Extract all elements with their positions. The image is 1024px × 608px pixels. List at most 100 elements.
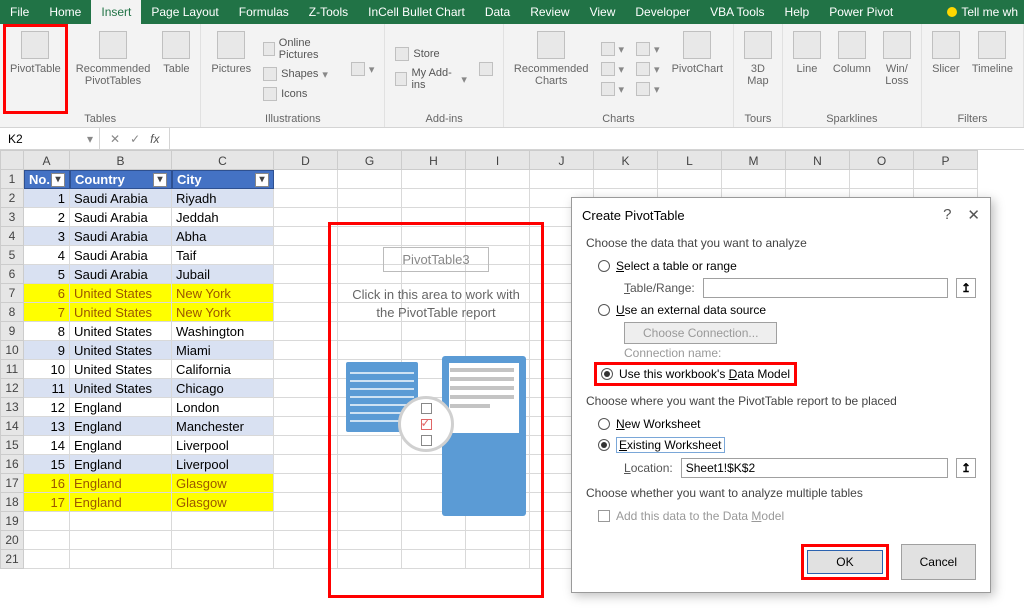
chart-type-4[interactable]: ▾: [632, 40, 664, 58]
shapes-button[interactable]: Shapes ▾: [259, 65, 343, 83]
row-head[interactable]: 5: [0, 246, 24, 265]
row-head[interactable]: 12: [0, 379, 24, 398]
row-head[interactable]: 17: [0, 474, 24, 493]
col-head-k[interactable]: K: [594, 150, 658, 170]
store-button[interactable]: Store: [391, 45, 471, 63]
col-head-n[interactable]: N: [786, 150, 850, 170]
tab-view[interactable]: View: [580, 0, 626, 24]
row-head[interactable]: 18: [0, 493, 24, 512]
table-range-input[interactable]: [703, 278, 948, 298]
chart-type-5[interactable]: ▾: [632, 60, 664, 78]
pivotchart-button[interactable]: PivotChart: [668, 27, 727, 111]
row-head[interactable]: 10: [0, 341, 24, 360]
chevron-down-icon[interactable]: ▾: [87, 132, 93, 146]
pictures-button[interactable]: Pictures: [207, 27, 255, 111]
tab-review[interactable]: Review: [520, 0, 579, 24]
tab-powerpivot[interactable]: Power Pivot: [819, 0, 903, 24]
header-no[interactable]: No.▾: [24, 170, 70, 189]
row-head[interactable]: 13: [0, 398, 24, 417]
col-head-b[interactable]: B: [70, 150, 172, 170]
enter-formula-button[interactable]: ✓: [130, 132, 140, 146]
col-head-h[interactable]: H: [402, 150, 466, 170]
tell-me[interactable]: Tell me wh: [941, 0, 1024, 24]
tab-incell[interactable]: InCell Bullet Chart: [358, 0, 475, 24]
row-head[interactable]: 11: [0, 360, 24, 379]
row-head[interactable]: 1: [0, 170, 24, 189]
shapes-icon: [263, 67, 277, 81]
row-head[interactable]: 9: [0, 322, 24, 341]
opt-select-range[interactable]: Select a table or range: [586, 256, 976, 276]
header-city[interactable]: City▾: [172, 170, 274, 189]
tab-ztools[interactable]: Z-Tools: [299, 0, 358, 24]
cancel-formula-button[interactable]: ✕: [110, 132, 120, 146]
3dmap-button[interactable]: 3D Map: [740, 27, 776, 111]
chart-type-2[interactable]: ▾: [597, 60, 629, 78]
recommended-pivottables-button[interactable]: Recommended PivotTables: [72, 27, 155, 111]
location-picker-icon[interactable]: ↥: [956, 458, 976, 478]
formula-input[interactable]: [169, 128, 1024, 149]
row-head[interactable]: 3: [0, 208, 24, 227]
addin-more-button[interactable]: [475, 60, 497, 78]
opt-data-model[interactable]: Use this workbook's Data Model: [594, 362, 797, 386]
chart-type-3[interactable]: ▾: [597, 80, 629, 98]
help-button[interactable]: ?: [943, 206, 951, 224]
row-head[interactable]: 15: [0, 436, 24, 455]
sparkline-line-button[interactable]: Line: [789, 27, 825, 111]
row-head[interactable]: 7: [0, 284, 24, 303]
col-head-c[interactable]: C: [172, 150, 274, 170]
tab-home[interactable]: Home: [39, 0, 91, 24]
slicer-button[interactable]: Slicer: [928, 27, 964, 111]
row-head[interactable]: 16: [0, 455, 24, 474]
tab-help[interactable]: Help: [775, 0, 820, 24]
opt-new-worksheet[interactable]: New Worksheet: [586, 414, 976, 434]
col-head-a[interactable]: A: [24, 150, 70, 170]
more-illus-button[interactable]: ▾: [347, 60, 379, 78]
col-head-m[interactable]: M: [722, 150, 786, 170]
filter-icon[interactable]: ▾: [255, 173, 269, 187]
filter-icon[interactable]: ▾: [51, 173, 65, 187]
col-head-d[interactable]: D: [274, 150, 338, 170]
tab-vbatools[interactable]: VBA Tools: [700, 0, 774, 24]
sparkline-winloss-button[interactable]: Win/ Loss: [879, 27, 915, 111]
range-picker-icon[interactable]: ↥: [956, 278, 976, 298]
my-addins-button[interactable]: My Add-ins ▾: [391, 65, 471, 93]
pivottable-placeholder[interactable]: PivotTable3 Click in this area to work w…: [328, 222, 544, 598]
tab-developer[interactable]: Developer: [625, 0, 700, 24]
tab-page-layout[interactable]: Page Layout: [141, 0, 228, 24]
row-head[interactable]: 6: [0, 265, 24, 284]
timeline-button[interactable]: Timeline: [968, 27, 1017, 111]
tab-formulas[interactable]: Formulas: [229, 0, 299, 24]
name-box[interactable]: K2▾: [0, 128, 100, 149]
tab-insert[interactable]: Insert: [91, 0, 141, 24]
chart-type-1[interactable]: ▾: [597, 40, 629, 58]
col-head-o[interactable]: O: [850, 150, 914, 170]
col-head-l[interactable]: L: [658, 150, 722, 170]
opt-external-source[interactable]: Use an external data source: [586, 300, 976, 320]
tab-file[interactable]: File: [0, 0, 39, 24]
recommended-charts-button[interactable]: Recommended Charts: [510, 27, 593, 111]
opt-existing-worksheet[interactable]: Existing Worksheet: [586, 434, 976, 456]
chart-type-6[interactable]: ▾: [632, 80, 664, 98]
close-button[interactable]: ✕: [967, 206, 980, 224]
location-input[interactable]: [681, 458, 948, 478]
tab-data[interactable]: Data: [475, 0, 520, 24]
col-head-g[interactable]: G: [338, 150, 402, 170]
fx-button[interactable]: fx: [150, 132, 159, 146]
ok-button[interactable]: OK: [807, 550, 882, 574]
pivottable-button[interactable]: PivotTable: [6, 27, 65, 75]
icons-button[interactable]: Icons: [259, 85, 343, 103]
row-head[interactable]: 2: [0, 189, 24, 208]
row-head[interactable]: 8: [0, 303, 24, 322]
filter-icon[interactable]: ▾: [153, 173, 167, 187]
col-head-j[interactable]: J: [530, 150, 594, 170]
select-all-corner[interactable]: [0, 150, 24, 170]
col-head-i[interactable]: I: [466, 150, 530, 170]
cancel-button[interactable]: Cancel: [901, 544, 976, 580]
row-head[interactable]: 4: [0, 227, 24, 246]
header-country[interactable]: Country▾: [70, 170, 172, 189]
col-head-p[interactable]: P: [914, 150, 978, 170]
row-head[interactable]: 14: [0, 417, 24, 436]
table-button[interactable]: Table: [158, 27, 194, 111]
sparkline-column-button[interactable]: Column: [829, 27, 875, 111]
online-pictures-button[interactable]: Online Pictures: [259, 35, 343, 63]
